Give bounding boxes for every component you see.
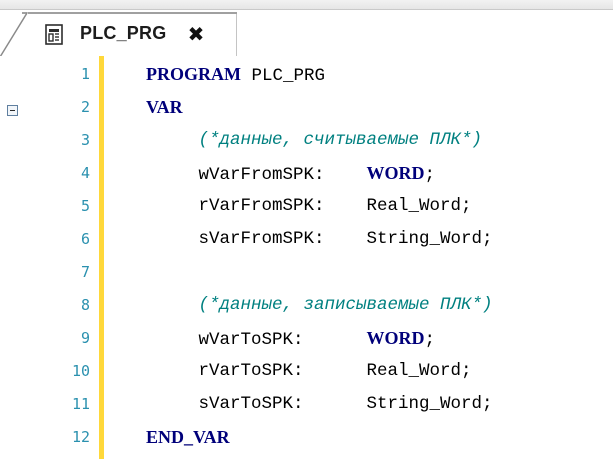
code-line[interactable]: (*данные, записываемые ПЛК*) [146,288,493,322]
comment-token: (*данные, записываемые ПЛК*) [146,295,493,315]
line-number: 1 [80,65,90,83]
code-token: sVarToSPK: String_Word; [146,394,493,414]
keyword-token: VAR [146,97,183,117]
code-token: ; [424,165,436,185]
code-area[interactable]: PROGRAM PLC_PRG VAR (*данные, считываемые… [146,56,613,459]
keyword-token: WORD [366,328,425,348]
code-line[interactable]: rVarFromSPK: Real_Word; [146,189,472,223]
line-number: 8 [80,296,90,314]
tab-title: PLC_PRG [80,23,167,43]
close-icon[interactable]: ✖ [185,22,207,46]
code-line[interactable]: wVarFromSPK: WORD; [146,156,436,190]
code-line[interactable]: wVarToSPK: WORD; [146,321,436,355]
keyword-token: WORD [366,163,425,183]
line-number-gutter: 1 2 3 4 5 6 7 8 9 10 11 12 [40,56,96,459]
code-line[interactable]: PROGRAM PLC_PRG [146,57,325,91]
line-number: 3 [80,131,90,149]
line-number: 9 [80,329,90,347]
keyword-token: PROGRAM [146,64,241,84]
tabstrip-top-border [0,0,613,10]
line-number: 6 [80,230,90,248]
line-number: 10 [71,362,90,380]
tab-right-border [236,14,237,58]
keyword-token: END_VAR [146,427,230,447]
code-line[interactable]: rVarToSPK: Real_Word; [146,354,472,388]
code-token: rVarToSPK: Real_Word; [146,361,472,381]
comment-token: (*данные, считываемые ПЛК*) [146,130,483,150]
code-line[interactable]: (*данные, считываемые ПЛК*) [146,123,483,157]
code-token: ; [424,330,436,350]
code-token: wVarFromSPK: [146,165,367,185]
line-number: 7 [80,263,90,281]
line-number: 4 [80,164,90,182]
code-token: PLC_PRG [240,66,325,86]
code-line[interactable]: END_VAR [146,420,230,454]
code-line[interactable]: VAR [146,90,183,124]
line-number: 2 [80,98,90,116]
fold-gutter [0,56,22,459]
code-line[interactable]: sVarFromSPK: String_Word; [146,222,493,256]
fold-minus-icon[interactable] [7,105,18,116]
program-document-icon [44,24,68,46]
line-number: 11 [71,395,90,413]
change-marker-bar [99,56,104,459]
code-token: wVarToSPK: [146,330,367,350]
line-number: 5 [80,197,90,215]
tab-plc-prg[interactable]: PLC_PRG ✖ [0,12,237,58]
code-line[interactable]: sVarToSPK: String_Word; [146,387,493,421]
code-token: rVarFromSPK: Real_Word; [146,196,472,216]
line-number: 12 [71,428,90,446]
code-editor[interactable]: 1 2 3 4 5 6 7 8 9 10 11 12 PROGRAM PLC_PRG VAR (*дан… [0,56,613,459]
code-token: sVarFromSPK: String_Word; [146,229,493,249]
editor-tabstrip: PLC_PRG ✖ [0,0,613,58]
tab-slant-edge [0,12,28,58]
